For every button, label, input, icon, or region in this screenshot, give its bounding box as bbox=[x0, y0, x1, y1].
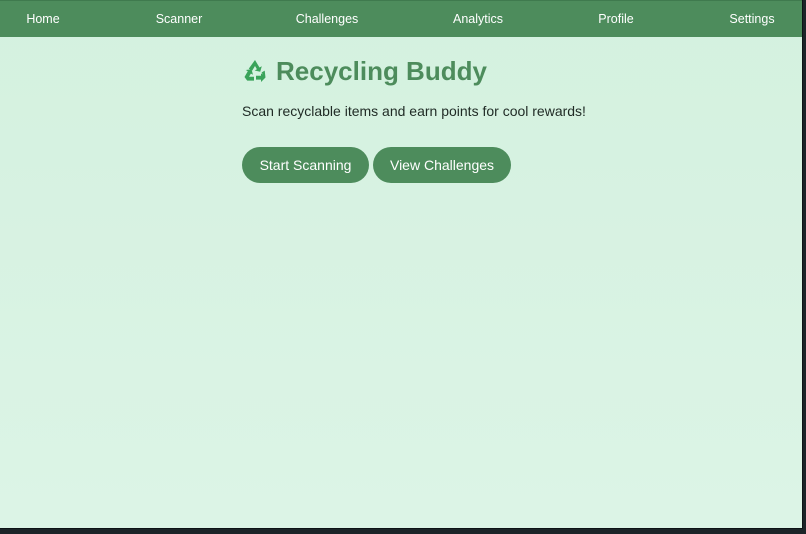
top-navbar: Home Scanner Challenges Analytics Profil… bbox=[0, 0, 802, 37]
nav-item-challenges[interactable]: Challenges bbox=[296, 1, 359, 37]
nav-item-scanner[interactable]: Scanner bbox=[156, 1, 203, 37]
recycle-icon bbox=[242, 58, 268, 84]
page-subtitle: Scan recyclable items and earn points fo… bbox=[242, 103, 586, 119]
view-challenges-button[interactable]: View Challenges bbox=[373, 147, 511, 183]
page-title: Recycling Buddy bbox=[276, 55, 487, 86]
nav-item-settings[interactable]: Settings bbox=[729, 1, 774, 37]
nav-item-home[interactable]: Home bbox=[26, 1, 59, 37]
nav-item-analytics[interactable]: Analytics bbox=[453, 1, 503, 37]
app-window: Home Scanner Challenges Analytics Profil… bbox=[0, 0, 803, 529]
nav-item-profile[interactable]: Profile bbox=[598, 1, 633, 37]
start-scanning-button[interactable]: Start Scanning bbox=[242, 147, 369, 183]
page-header: Recycling Buddy bbox=[242, 54, 487, 88]
